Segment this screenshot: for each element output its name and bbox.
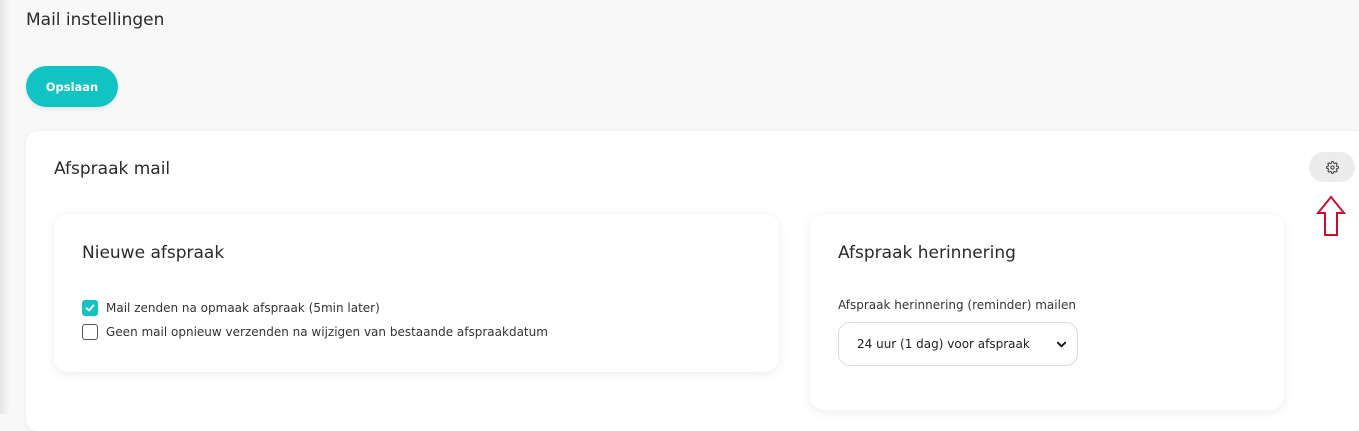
save-button[interactable]: Opslaan — [26, 66, 118, 107]
reminder-field-label: Afspraak herinnering (reminder) mailen — [838, 298, 1076, 312]
reminder-select-value: 24 uur (1 dag) voor afspraak — [857, 337, 1030, 351]
checkbox-checked[interactable] — [82, 300, 98, 316]
option-label: Geen mail opnieuw verzenden na wijzigen … — [106, 325, 548, 339]
settings-button[interactable] — [1309, 152, 1355, 182]
page-title: Mail instellingen — [26, 10, 165, 30]
checkmark-icon — [85, 304, 95, 312]
left-edge-shadow — [0, 0, 10, 414]
arrow-up-outline-icon — [1316, 195, 1346, 236]
section-title: Afspraak mail — [54, 159, 171, 179]
new-appointment-card: Nieuwe afspraak Mail zenden na opmaak af… — [54, 214, 779, 372]
reminder-title: Afspraak herinnering — [838, 243, 1016, 263]
appointment-mail-card: Afspraak mail Nieuwe afspraak Mail zende… — [26, 131, 1359, 431]
reminder-card: Afspraak herinnering Afspraak herinnerin… — [810, 214, 1284, 410]
gear-icon — [1325, 160, 1339, 174]
chevron-down-icon — [1056, 339, 1067, 350]
option-no-resend-on-change[interactable]: Geen mail opnieuw verzenden na wijzigen … — [82, 324, 548, 340]
option-label: Mail zenden na opmaak afspraak (5min lat… — [106, 301, 380, 315]
reminder-select[interactable]: 24 uur (1 dag) voor afspraak — [838, 322, 1078, 366]
option-send-mail-after-create[interactable]: Mail zenden na opmaak afspraak (5min lat… — [82, 300, 380, 316]
new-appointment-title: Nieuwe afspraak — [82, 243, 225, 263]
checkbox-unchecked[interactable] — [82, 324, 98, 340]
